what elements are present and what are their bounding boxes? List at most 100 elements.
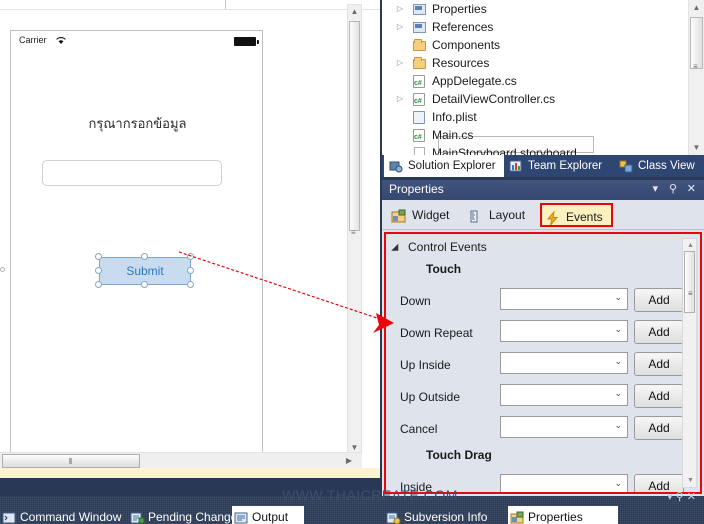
event-handler-select[interactable]: ⌄ <box>500 384 628 406</box>
pin-icon[interactable]: ⚲ <box>676 491 684 503</box>
input-text-field[interactable] <box>42 160 222 186</box>
references-icon <box>413 22 426 33</box>
tree-item-label: Main.cs <box>432 128 474 142</box>
scroll-thumb[interactable] <box>349 21 360 231</box>
expander-icon[interactable]: ▷ <box>394 18 406 36</box>
h-scroll-right-icon[interactable]: ▶ <box>342 454 356 468</box>
tree-item-label: Resources <box>432 56 490 70</box>
expander-icon[interactable]: ▷ <box>394 90 406 108</box>
add-handler-button[interactable]: Add <box>634 352 684 376</box>
expander-icon[interactable]: ▷ <box>394 0 406 18</box>
ios-designer-surface[interactable]: Carrier กรุณากรอกข้อมูล Submit ▲ ≡ ▼ ⦀ ▶ <box>0 0 380 478</box>
add-handler-button[interactable]: Add <box>634 288 684 312</box>
resize-handle-ne[interactable] <box>187 253 194 260</box>
event-label: Up Inside <box>400 358 451 372</box>
events-scrollbar[interactable]: ▲ ≡ ▼ <box>682 238 697 488</box>
resize-handle-n[interactable] <box>141 253 148 260</box>
bottom-tab-properties[interactable]: Properties <box>508 506 618 524</box>
folder-icon <box>413 39 426 51</box>
properties-icon <box>413 4 426 15</box>
chevron-down-icon[interactable]: ⌄ <box>614 324 622 335</box>
scroll-up-icon[interactable]: ▲ <box>689 0 704 15</box>
close-icon[interactable]: ✕ <box>687 491 696 503</box>
event-handler-select[interactable]: ⌄ <box>500 320 628 342</box>
app-window: Carrier กรุณากรอกข้อมูล Submit ▲ ≡ ▼ ⦀ ▶… <box>0 0 704 524</box>
tree-item[interactable]: ▷ References <box>382 18 704 36</box>
h-scroll-thumb[interactable]: ⦀ <box>2 454 140 468</box>
chevron-down-icon[interactable]: ⌄ <box>614 292 622 303</box>
dock-tab-solution-explorer[interactable]: Solution Explorer <box>384 155 504 177</box>
scroll-up-icon[interactable]: ▲ <box>348 5 361 19</box>
chevron-down-icon[interactable]: ⌄ <box>614 420 622 431</box>
event-handler-select[interactable]: ⌄ <box>500 474 628 492</box>
team-explorer-icon <box>509 159 523 173</box>
bottom-tab-output[interactable]: Output <box>232 506 304 524</box>
solution-explorer-scrollbar[interactable]: ▲ ≡ ▼ <box>688 0 704 155</box>
properties-title: Properties <box>389 182 444 196</box>
tree-item[interactable]: AppDelegate.cs <box>382 72 704 93</box>
tree-item[interactable]: ▷ Properties <box>382 0 704 18</box>
submit-button-selection[interactable]: Submit <box>95 253 194 288</box>
add-handler-button[interactable]: Add <box>634 384 684 408</box>
tree-item[interactable]: Info.plist <box>382 108 704 126</box>
scroll-thumb[interactable]: ≡ <box>684 251 695 313</box>
add-handler-button[interactable]: Add <box>634 416 684 440</box>
scroll-down-icon[interactable]: ▼ <box>685 475 696 486</box>
bottom-tab-label: Properties <box>528 510 583 524</box>
pin-icon[interactable]: ⚲ <box>669 182 677 195</box>
event-row: Down Repeat ⌄ Add <box>386 320 686 352</box>
dock-tab-team-explorer[interactable]: Team Explorer <box>504 155 614 177</box>
scroll-down-icon[interactable]: ▼ <box>689 140 704 155</box>
scroll-grip-icon: ≡ <box>688 289 693 298</box>
iphone-canvas[interactable]: Carrier กรุณากรอกข้อมูล Submit <box>10 30 263 460</box>
wifi-icon <box>55 35 67 45</box>
resize-handle-sw[interactable] <box>95 281 102 288</box>
chevron-down-icon[interactable]: ⌄ <box>614 478 622 489</box>
event-handler-select[interactable]: ⌄ <box>500 288 628 310</box>
tree-item-label: Info.plist <box>432 110 477 124</box>
panel-resize-handle[interactable] <box>0 262 5 278</box>
dock-tab-label: Solution Explorer <box>408 160 496 172</box>
battery-icon <box>234 37 259 46</box>
control-events-list[interactable]: Control Events Touch Down ⌄ Add Down Repeat ⌄… <box>384 232 702 494</box>
resize-handle-s[interactable] <box>141 281 148 288</box>
designer-horizontal-scrollbar[interactable]: ⦀ ▶ <box>0 452 362 468</box>
bottom-tab-subversion-info[interactable]: Subversion Info <box>384 506 508 524</box>
properties-tabstrip[interactable]: Widget Layout Events <box>382 200 704 230</box>
chevron-down-icon[interactable]: ⌄ <box>614 388 622 399</box>
collapse-triangle-icon[interactable] <box>391 243 402 255</box>
tree-item[interactable]: ▷ Resources <box>382 54 704 72</box>
properties-panel[interactable]: Properties ▾ ⚲ ✕ Widget Layout Events Co… <box>382 180 704 496</box>
solution-tree[interactable]: ▷ Properties ▷ References Components ▷ Resourc… <box>382 0 704 162</box>
tree-item-label: Properties <box>432 2 487 16</box>
event-handler-select[interactable]: ⌄ <box>500 416 628 438</box>
tree-item[interactable]: ▷ DetailViewController.cs <box>382 90 704 111</box>
tree-item[interactable]: Main.cs <box>382 126 704 147</box>
expander-icon[interactable]: ▷ <box>394 54 406 72</box>
add-handler-button[interactable]: Add <box>634 320 684 344</box>
designer-vertical-scrollbar[interactable]: ▲ ≡ ▼ <box>347 4 362 456</box>
dock-tab-class-view[interactable]: Class View <box>614 155 704 177</box>
layout-icon <box>468 208 484 223</box>
chevron-down-icon[interactable]: ⌄ <box>614 356 622 367</box>
group-header-control-events[interactable]: Control Events <box>391 240 487 255</box>
resize-handle-nw[interactable] <box>95 253 102 260</box>
event-label: Down <box>400 294 431 308</box>
tab-widget[interactable]: Widget <box>388 203 457 227</box>
tab-layout[interactable]: Layout <box>465 203 533 227</box>
chevron-down-icon[interactable]: ▾ <box>667 491 673 503</box>
dock-window-controls[interactable]: ▾ ⚲ ✕ <box>667 490 696 503</box>
close-icon[interactable]: ✕ <box>687 182 696 195</box>
tree-item[interactable]: Components <box>382 36 704 54</box>
bottom-tab-command-window[interactable]: Command Window <box>0 506 128 524</box>
solution-explorer-panel[interactable]: ▷ Properties ▷ References Components ▷ Resourc… <box>382 0 704 160</box>
tab-events[interactable]: Events <box>540 203 613 227</box>
resize-handle-w[interactable] <box>95 267 102 274</box>
tree-item-label: AppDelegate.cs <box>432 74 517 88</box>
chevron-down-icon[interactable]: ▾ <box>652 182 658 195</box>
resize-handle-se[interactable] <box>187 281 194 288</box>
solution-explorer-tabstrip[interactable]: Solution Explorer Team Explorer Class View <box>382 155 704 177</box>
resize-handle-e[interactable] <box>187 267 194 274</box>
scroll-up-icon[interactable]: ▲ <box>685 240 696 251</box>
event-handler-select[interactable]: ⌄ <box>500 352 628 374</box>
